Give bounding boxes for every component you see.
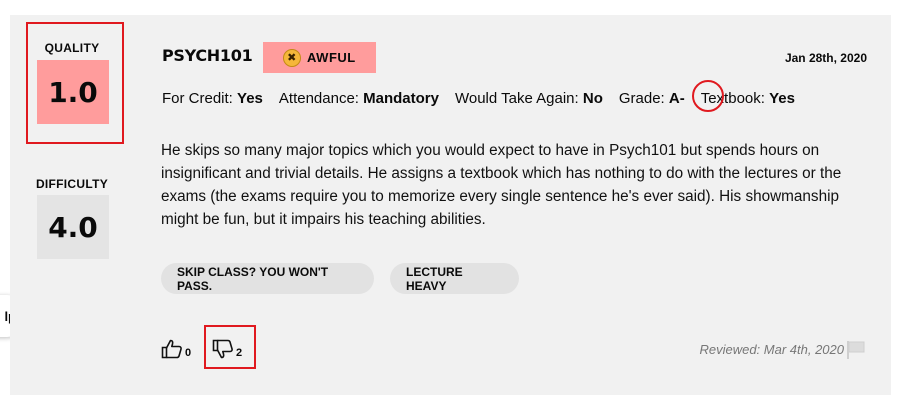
report-flag-button[interactable] — [846, 340, 866, 365]
rating-comment: He skips so many major topics which you … — [161, 142, 842, 228]
meta-textbook-value: Yes — [769, 90, 795, 107]
meta-for-credit-label: For Credit: — [162, 90, 233, 107]
quality-highlight — [26, 22, 124, 144]
meta-grade-label: Grade: — [618, 90, 665, 107]
thumbs-down-highlight — [204, 325, 256, 369]
difficulty-score: 4.0 — [37, 195, 109, 259]
meta-for-credit: For Credit: Yes — [162, 90, 263, 107]
meta-would-take-again: Would Take Again: No — [455, 90, 603, 107]
emotion-label: AWFUL — [307, 50, 356, 65]
meta-attendance-label: Attendance: — [278, 90, 359, 107]
meta-grade: Grade: A- — [619, 90, 685, 107]
thumbs-up-count: 0 — [185, 347, 192, 359]
meta-attendance: Attendance: Mandatory — [279, 90, 439, 107]
emotion-badge: ✖ AWFUL — [263, 42, 376, 73]
tag-lecture-heavy: LECTURE HEAVY — [390, 263, 519, 294]
thumbs-up-button[interactable]: 0 — [161, 339, 191, 359]
course-name: PSYCH101 — [162, 46, 253, 65]
tag-skip-class: SKIP CLASS? YOU WON'T PASS. — [161, 263, 374, 294]
flag-icon — [847, 341, 865, 359]
reviewed-date: Reviewed: Mar 4th, 2020 — [699, 342, 844, 357]
meta-would-take-again-label: Would Take Again: — [454, 90, 579, 107]
meta-grade-value: A- — [668, 90, 685, 107]
grade-highlight — [692, 80, 724, 112]
rating-date: Jan 28th, 2020 — [784, 51, 867, 65]
thumbs-up-icon — [161, 339, 182, 359]
meta-would-take-again-value: No — [582, 90, 603, 107]
difficulty-label: DIFFICULTY — [35, 177, 109, 191]
meta-attendance-value: Mandatory — [363, 90, 439, 107]
angry-face-icon: ✖ — [283, 48, 301, 67]
meta-for-credit-value: Yes — [237, 90, 263, 107]
